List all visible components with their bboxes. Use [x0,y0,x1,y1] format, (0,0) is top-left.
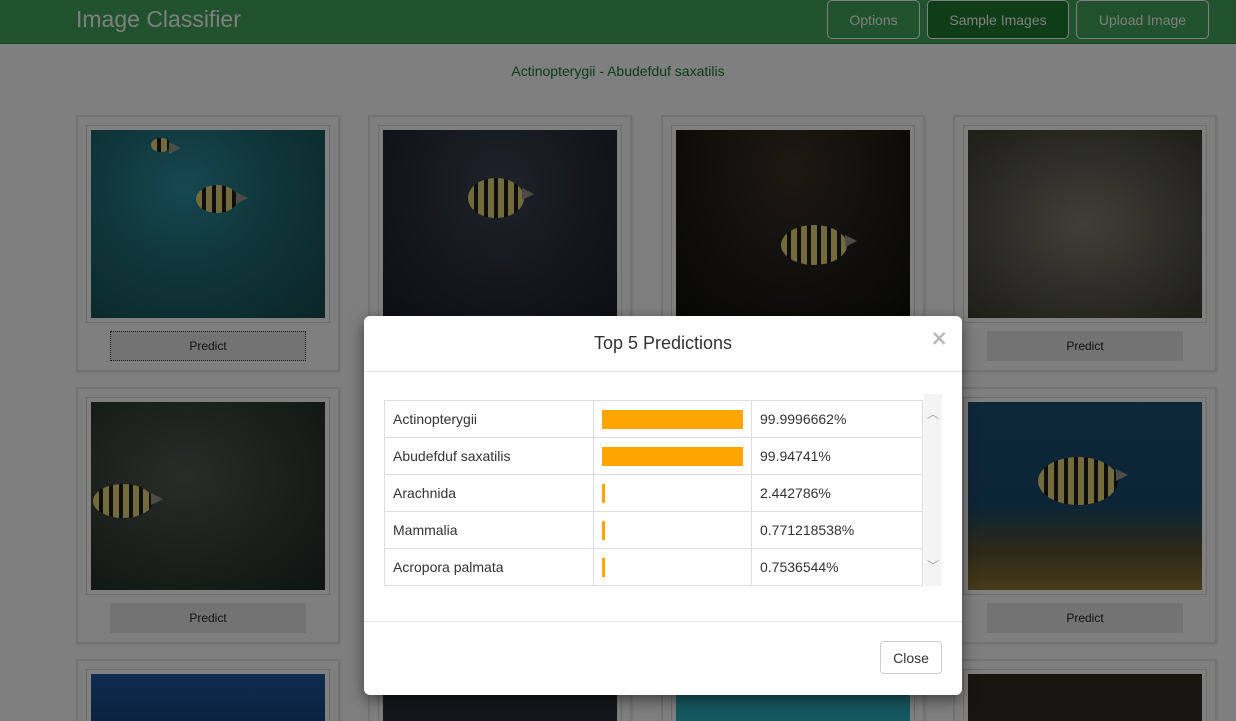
prediction-bar [602,483,605,503]
prediction-percent: 0.7536544% [751,548,923,586]
prediction-label: Arachnida [384,474,594,512]
prediction-percent: 99.94741% [751,437,923,475]
prediction-bar [602,409,743,429]
table-scrollbar[interactable]: ︿ ﹀ [924,394,942,586]
prediction-label: Acropora palmata [384,548,594,586]
table-row: Acropora palmata 0.7536544% [384,548,923,586]
modal-title: Top 5 Predictions [593,333,733,353]
modal-header: Top 5 Predictions × [364,316,962,372]
modal-footer [364,621,962,695]
predictions-table: Actinopterygii 99.9996662% Abudefduf sax… [384,400,923,586]
prediction-label: Mammalia [384,511,594,549]
prediction-bar [602,557,605,577]
table-row: Arachnida 2.442786% [384,474,923,512]
close-button[interactable]: Close [880,641,942,674]
prediction-bar [602,520,605,540]
prediction-bar-cell [593,437,752,475]
table-row: Actinopterygii 99.9996662% [384,400,923,438]
table-row: Abudefduf saxatilis 99.94741% [384,437,923,475]
prediction-label: Actinopterygii [384,400,594,438]
predictions-table-wrapper: Actinopterygii 99.9996662% Abudefduf sax… [384,400,923,586]
prediction-bar [602,446,743,466]
chevron-down-icon[interactable]: ﹀ [927,560,939,572]
prediction-bar-cell [593,548,752,586]
predictions-modal: Top 5 Predictions × Actinopterygii 99.99… [364,316,962,695]
prediction-label: Abudefduf saxatilis [384,437,594,475]
prediction-percent: 99.9996662% [751,400,923,438]
prediction-bar-cell [593,400,752,438]
prediction-percent: 2.442786% [751,474,923,512]
table-row: Mammalia 0.771218538% [384,511,923,549]
chevron-up-icon[interactable]: ︿ [927,408,939,420]
close-icon[interactable]: × [930,328,948,349]
prediction-bar-cell [593,474,752,512]
prediction-percent: 0.771218538% [751,511,923,549]
prediction-bar-cell [593,511,752,549]
